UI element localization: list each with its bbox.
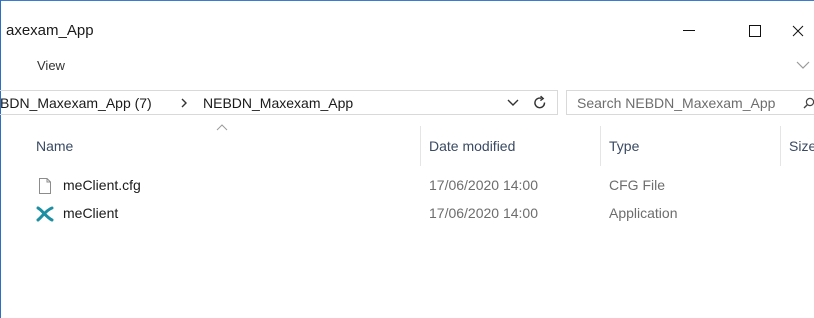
sort-ascending-icon bbox=[216, 124, 228, 131]
maximize-button[interactable] bbox=[732, 16, 778, 46]
search-box[interactable]: Search NEBDN_Maxexam_App bbox=[566, 90, 814, 115]
file-name: meClient bbox=[63, 205, 119, 221]
address-history-dropdown-icon[interactable] bbox=[506, 97, 520, 109]
file-row[interactable]: meClient 17/06/2020 14:00 Application bbox=[30, 203, 814, 225]
window-title: axexam_App bbox=[6, 22, 94, 39]
breadcrumb-current[interactable]: NEBDN_Maxexam_App bbox=[203, 95, 353, 111]
breadcrumb-parent[interactable]: BDN_Maxexam_App (7) bbox=[0, 95, 152, 111]
window-top-border bbox=[0, 0, 814, 1]
breadcrumb-chevron-icon[interactable] bbox=[179, 97, 189, 109]
ribbon-tab-view[interactable]: View bbox=[37, 58, 65, 73]
column-divider[interactable] bbox=[600, 126, 601, 166]
minimize-icon bbox=[683, 30, 695, 31]
search-icon[interactable] bbox=[803, 97, 814, 109]
column-header-name[interactable]: Name bbox=[36, 138, 73, 154]
maximize-icon bbox=[749, 25, 761, 37]
column-header-size[interactable]: Size bbox=[789, 138, 814, 154]
file-type: Application bbox=[609, 205, 678, 221]
minimize-button[interactable] bbox=[666, 16, 712, 46]
refresh-icon[interactable] bbox=[532, 95, 548, 111]
close-icon bbox=[792, 25, 804, 37]
app-icon bbox=[36, 206, 54, 222]
column-divider[interactable] bbox=[780, 126, 781, 166]
file-icon bbox=[39, 178, 51, 194]
file-name: meClient.cfg bbox=[63, 177, 141, 193]
window-left-border bbox=[0, 0, 1, 318]
column-header-type[interactable]: Type bbox=[609, 138, 639, 154]
column-header-date[interactable]: Date modified bbox=[429, 138, 515, 154]
expand-ribbon-icon[interactable] bbox=[795, 58, 811, 72]
file-type: CFG File bbox=[609, 177, 665, 193]
close-button[interactable] bbox=[792, 16, 814, 46]
file-row[interactable]: meClient.cfg 17/06/2020 14:00 CFG File bbox=[30, 175, 814, 197]
address-bar[interactable]: BDN_Maxexam_App (7) NEBDN_Maxexam_App bbox=[0, 90, 558, 115]
search-placeholder: Search NEBDN_Maxexam_App bbox=[577, 95, 776, 111]
file-date-modified: 17/06/2020 14:00 bbox=[429, 177, 538, 193]
file-date-modified: 17/06/2020 14:00 bbox=[429, 205, 538, 221]
column-divider[interactable] bbox=[420, 126, 421, 166]
